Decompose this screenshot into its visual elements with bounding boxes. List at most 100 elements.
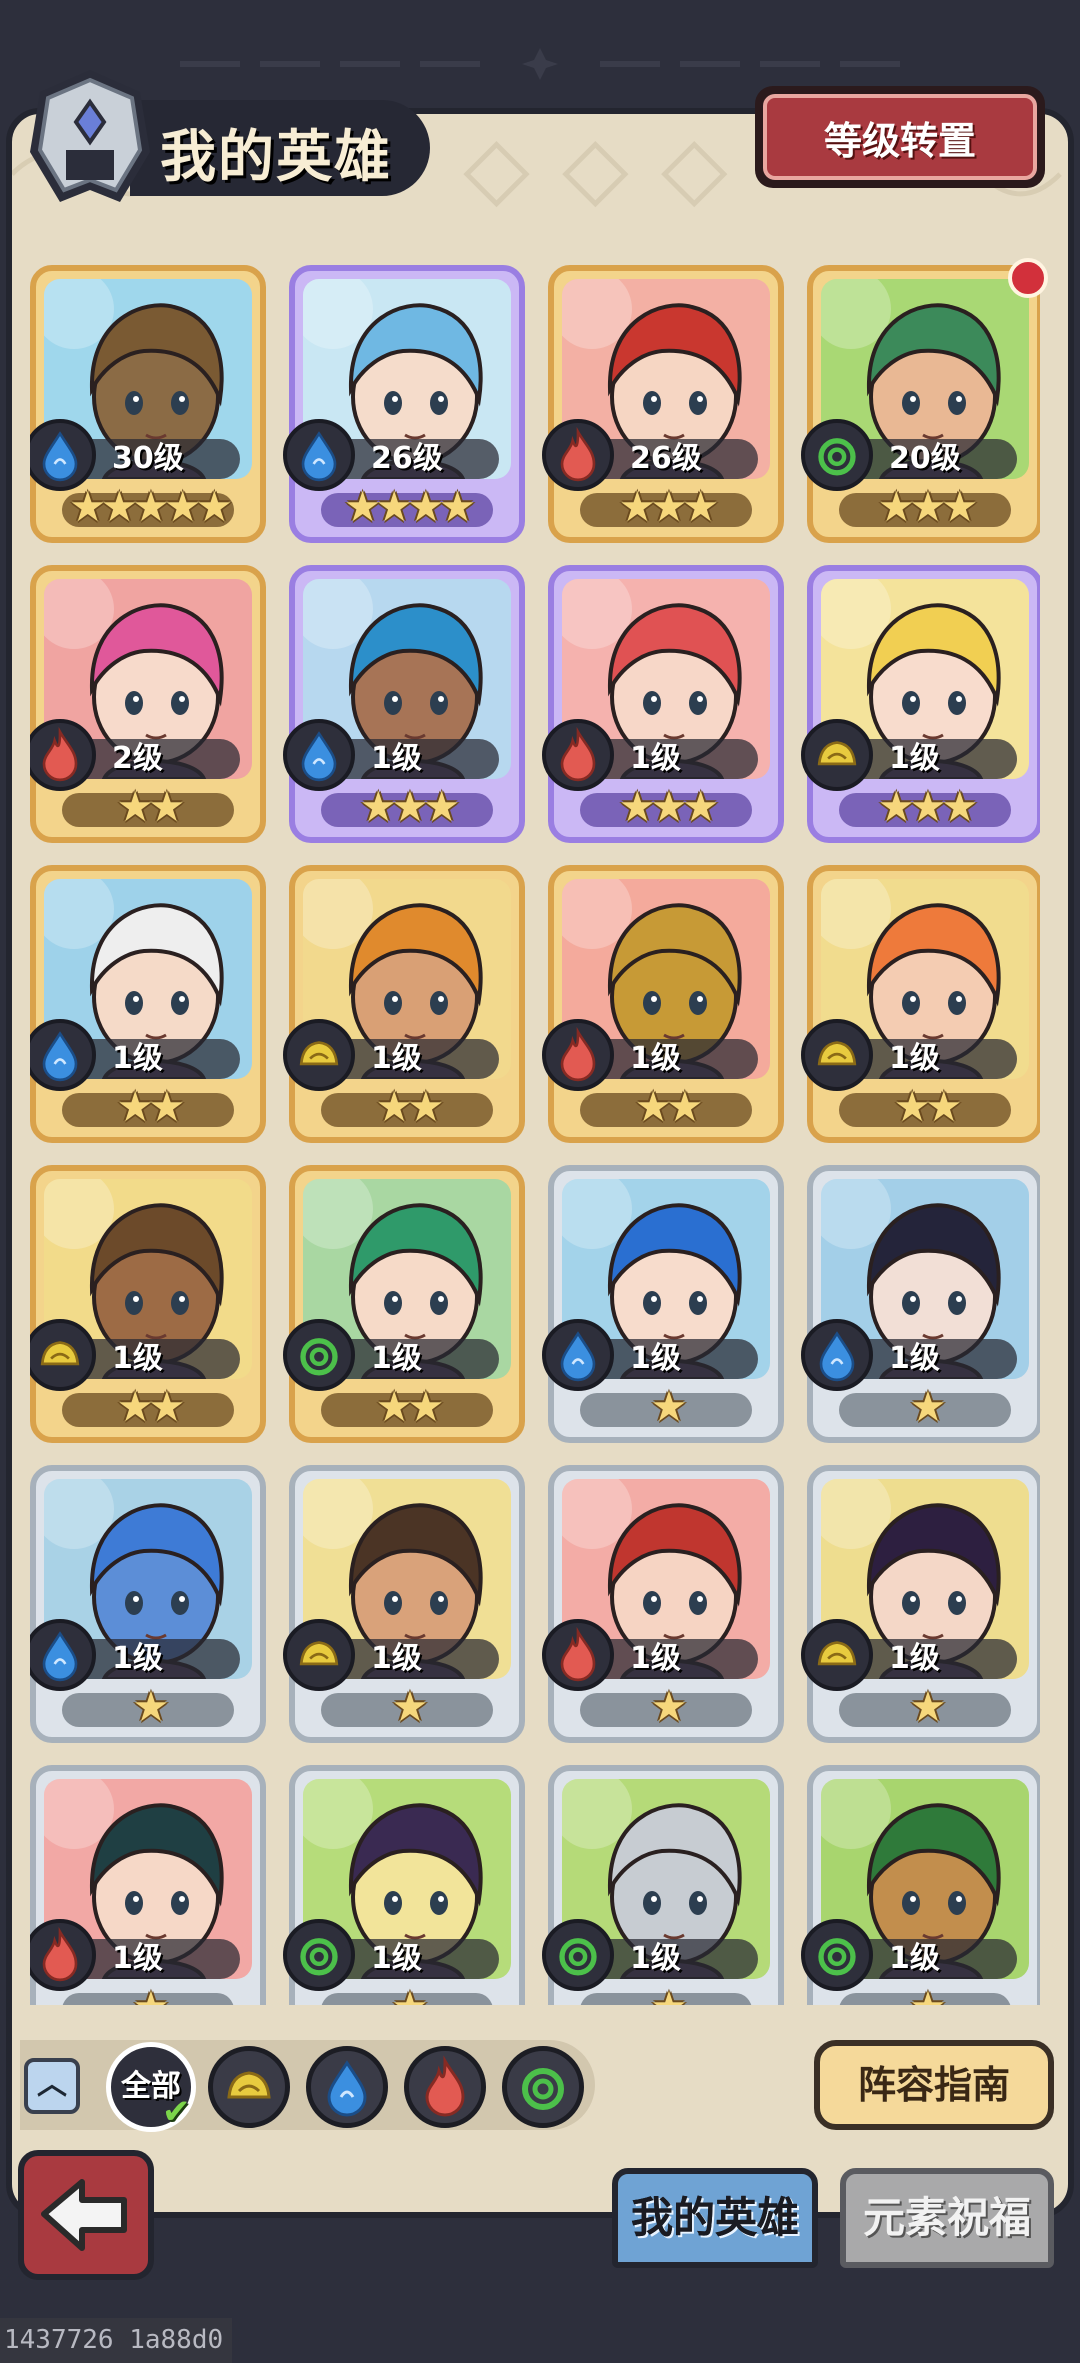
hero-level: 1级 — [112, 1341, 163, 1376]
wind-element-icon — [801, 1919, 873, 1991]
star-rating: ★★ — [116, 1382, 185, 1431]
hero-level: 2级 — [112, 741, 163, 776]
hero-card[interactable]: 1级 ★★ — [30, 865, 266, 1143]
hero-level: 1级 — [112, 1941, 163, 1976]
check-icon: ✔ — [162, 2092, 191, 2132]
hero-level: 1级 — [112, 1041, 163, 1076]
hero-card[interactable]: 2级 ★★ — [30, 565, 266, 843]
hero-level: 26级 — [371, 441, 443, 476]
fire-element-icon — [425, 2055, 465, 2117]
water-element-icon — [30, 1019, 96, 1091]
hero-card[interactable]: 1级 ★ — [801, 1465, 1040, 1743]
hero-card[interactable]: 1级 ★★ — [30, 1165, 266, 1443]
earth-element-icon — [283, 1019, 355, 1091]
hero-level: 30级 — [112, 441, 184, 476]
wind-element-icon — [542, 1919, 614, 1991]
tab-my-heroes[interactable]: 我的英雄 — [612, 2168, 818, 2268]
header-decoration — [0, 40, 1080, 90]
earth-element-icon — [283, 1619, 355, 1691]
fire-element-icon — [542, 419, 614, 491]
star-rating: ★ — [909, 1682, 947, 1731]
filter-water-button[interactable] — [306, 2046, 388, 2128]
star-rating: ★ — [650, 1682, 688, 1731]
hero-card[interactable]: 1级 ★ — [542, 1165, 784, 1443]
star-rating: ★★★★★ — [68, 482, 233, 531]
hero-card[interactable]: 1级 ★ — [30, 1765, 266, 2005]
star-rating: ★★★ — [618, 482, 720, 531]
hero-card[interactable]: 1级 ★★ — [283, 865, 525, 1143]
wind-element-icon — [283, 1319, 355, 1391]
star-rating: ★★★ — [877, 482, 979, 531]
filter-earth-button[interactable] — [208, 2046, 290, 2128]
filter-wind-button[interactable] — [502, 2046, 584, 2128]
hero-level: 1级 — [371, 1341, 422, 1376]
star-rating: ★ — [132, 1682, 170, 1731]
level-reset-button[interactable]: 等级转置 — [755, 86, 1045, 188]
wind-element-icon — [801, 419, 873, 491]
level-reset-label: 等级转置 — [763, 94, 1037, 180]
hero-level: 20级 — [889, 441, 961, 476]
collapse-button[interactable]: ︿ — [24, 2058, 80, 2114]
hero-card[interactable]: 1级 ★★★ — [801, 565, 1040, 843]
star-rating: ★ — [909, 1382, 947, 1431]
hero-card[interactable]: 20级 ★★★ — [801, 265, 1040, 543]
earth-element-icon — [30, 1319, 96, 1391]
star-rating: ★★★ — [359, 782, 461, 831]
star-rating: ★★ — [116, 782, 185, 831]
hero-card[interactable]: 1级 ★★★ — [283, 565, 525, 843]
fire-element-icon — [542, 1019, 614, 1091]
hero-card[interactable]: 1级 ★ — [542, 1765, 784, 2005]
earth-element-icon — [801, 719, 873, 791]
hero-level: 1级 — [889, 741, 940, 776]
hero-level: 1级 — [889, 1341, 940, 1376]
water-element-icon — [283, 419, 355, 491]
fire-element-icon — [30, 719, 96, 791]
hero-card[interactable]: 1级 ★ — [801, 1765, 1040, 2006]
hero-card[interactable]: 1级 ★★ — [283, 1165, 525, 1443]
back-button[interactable] — [18, 2150, 154, 2280]
water-element-icon — [283, 719, 355, 791]
hero-card[interactable]: 1级 ★ — [801, 1165, 1040, 1443]
hero-level: 1级 — [630, 1941, 681, 1976]
team-guide-button[interactable]: 阵容指南 — [814, 2040, 1054, 2130]
star-rating: ★ — [295, 1983, 519, 2006]
hero-level: 1级 — [371, 741, 422, 776]
hero-level: 1级 — [112, 1641, 163, 1676]
water-element-icon — [30, 419, 96, 491]
filter-fire-button[interactable] — [404, 2046, 486, 2128]
hero-card[interactable]: 1级 ★ — [542, 1465, 784, 1743]
hero-card[interactable]: 1级 ★★ — [542, 865, 784, 1143]
star-rating: ★ — [813, 1983, 1037, 2006]
star-rating: ★ — [36, 1983, 260, 2006]
hero-level: 1级 — [371, 1641, 422, 1676]
star-rating: ★★★ — [877, 782, 979, 831]
star-rating: ★★ — [375, 1082, 444, 1131]
hero-card[interactable]: 1级 ★ — [283, 1465, 525, 1743]
star-rating: ★★★★ — [343, 482, 477, 531]
hero-card[interactable]: 1级 ★★ — [801, 865, 1040, 1143]
hero-card[interactable]: 1级 ★ — [283, 1765, 525, 2006]
star-rating: ★★ — [893, 1082, 962, 1131]
hero-level: 1级 — [630, 1041, 681, 1076]
hero-card[interactable]: 1级 ★ — [30, 1465, 266, 1743]
page-title: 我的英雄 — [160, 125, 392, 190]
earth-element-icon — [801, 1619, 873, 1691]
hero-level: 1级 — [630, 1341, 681, 1376]
wind-element-icon — [283, 1919, 355, 1991]
helmet-icon — [30, 70, 150, 202]
footer-id: 1437726 1a88d0 — [0, 2318, 232, 2363]
hero-level: 1级 — [630, 741, 681, 776]
hero-level: 1级 — [371, 1041, 422, 1076]
fire-element-icon — [30, 1919, 96, 1991]
hero-card[interactable]: 26级 ★★★★ — [283, 265, 525, 543]
hero-card[interactable]: 1级 ★★★ — [542, 565, 784, 843]
hero-card[interactable]: 30级 ★★★★★ — [30, 265, 266, 543]
water-element-icon — [327, 2060, 367, 2117]
star-rating: ★ — [391, 1682, 429, 1731]
tab-element-blessing[interactable]: 元素祝福 — [840, 2168, 1054, 2268]
star-rating: ★★ — [375, 1382, 444, 1431]
notification-dot — [1008, 258, 1048, 298]
water-element-icon — [542, 1319, 614, 1391]
hero-card[interactable]: 26级 ★★★ — [542, 265, 784, 543]
water-element-icon — [801, 1319, 873, 1391]
